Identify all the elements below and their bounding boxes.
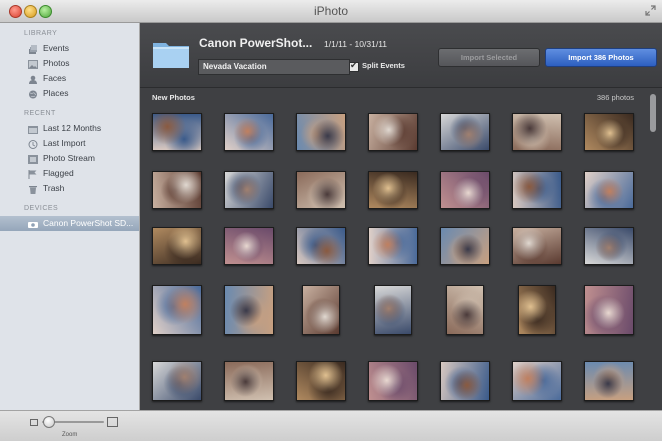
sidebar-item-photo-stream[interactable]: Photo Stream [0,151,139,166]
photo-thumbnail[interactable] [302,285,340,335]
checkmark-icon: ✔ [350,60,358,70]
sidebar-item-flagged[interactable]: Flagged [0,166,139,181]
photo-thumbnail[interactable] [224,227,274,265]
import-header: Canon PowerShot... 1/1/11 - 10/31/11 ✔ S… [140,23,662,88]
split-events-label: Split Events [362,61,405,70]
photo-thumbnail[interactable] [446,285,484,335]
section-header-recent: RECENT [24,110,56,117]
section-header-library: LIBRARY [24,30,58,37]
photo-thumbnail[interactable] [584,113,634,151]
sidebar-item-label: Trash [43,183,65,193]
photo-thumbnail[interactable] [368,171,418,209]
faces-icon [28,74,38,84]
sidebar-item-label: Last Import [43,138,86,148]
photo-thumbnail[interactable] [152,113,202,151]
split-events-checkbox[interactable]: ✔ [349,60,359,72]
sidebar-item-label: Photos [43,58,70,68]
trash-icon [28,184,38,194]
photo-thumbnail[interactable] [368,227,418,265]
photo-thumbnail[interactable] [152,361,202,401]
sidebar-item-label: Canon PowerShot SD... [43,218,134,228]
photo-thumbnail[interactable] [440,361,490,401]
photo-thumbnail[interactable] [440,227,490,265]
sidebar-item-canon-camera[interactable]: Canon PowerShot SD... [0,216,139,231]
photo-thumbnail[interactable] [224,113,274,151]
zoom-small-icon [30,419,38,426]
camera-icon [28,219,38,228]
photo-thumbnail[interactable] [440,171,490,209]
events-icon [28,44,38,54]
photo-thumbnail[interactable] [518,285,556,335]
photo-thumbnail[interactable] [152,227,202,265]
folder-icon [152,37,190,69]
sidebar-item-label: Photo Stream [43,153,95,163]
photos-icon [28,59,38,69]
photo-thumbnail[interactable] [374,285,412,335]
sidebar-item-trash[interactable]: Trash [0,181,139,196]
photo-thumbnail[interactable] [152,171,202,209]
photo-thumbnail[interactable] [584,285,634,335]
iphoto-window: iPhoto LIBRARY Events Photos Faces Place… [0,0,662,441]
event-name-field[interactable] [198,59,350,75]
sidebar-item-label: Last 12 Months [43,123,102,133]
scroll-thumb[interactable] [650,94,656,132]
device-name: Canon PowerShot... [199,36,313,50]
sidebar-item-label: Flagged [43,168,74,178]
vertical-scrollbar[interactable] [648,91,658,407]
photo-thumbnail[interactable] [584,361,634,401]
photo-thumbnail[interactable] [224,361,274,401]
photo-thumbnail[interactable] [368,361,418,401]
photo-thumbnail[interactable] [224,171,274,209]
sidebar-item-label: Events [43,43,69,53]
sidebar-item-label: Faces [43,73,67,83]
photo-thumbnail[interactable] [152,285,202,335]
date-range: 1/1/11 - 10/31/11 [324,39,388,49]
window-title: iPhoto [313,4,349,18]
sidebar-item-label: Places [43,88,69,98]
sidebar-item-faces[interactable]: Faces [0,71,139,86]
calendar-icon [28,124,38,134]
import-all-button[interactable]: Import 386 Photos [545,48,657,67]
section-header-devices: DEVICES [24,205,59,212]
photo-thumbnail[interactable] [512,227,562,265]
photo-thumbnail[interactable] [296,227,346,265]
zoom-slider-knob[interactable] [42,416,55,428]
title-bar[interactable]: iPhoto [0,0,662,23]
new-photos-label: New Photos [152,93,195,102]
photo-count: 386 photos [596,93,634,102]
bottom-toolbar: Zoom [0,410,662,441]
photo-thumbnail[interactable] [512,171,562,209]
photo-thumbnail[interactable] [584,171,634,209]
import-view: Canon PowerShot... 1/1/11 - 10/31/11 ✔ S… [140,23,662,410]
flag-icon [28,169,38,179]
photo-thumbnail[interactable] [440,113,490,151]
photo-thumbnail[interactable] [368,113,418,151]
sidebar-item-last-12-months[interactable]: Last 12 Months [0,121,139,136]
sidebar-item-last-import[interactable]: Last Import [0,136,139,151]
sidebar-item-events[interactable]: Events [0,41,139,56]
photo-thumbnail[interactable] [224,285,274,335]
photo-thumbnail[interactable] [296,171,346,209]
sidebar-item-photos[interactable]: Photos [0,56,139,71]
import-selected-button[interactable]: Import Selected [438,48,540,67]
photo-stream-icon [28,154,38,164]
photo-thumbnail[interactable] [296,113,346,151]
photo-thumbnail[interactable] [296,361,346,401]
photo-thumbnail[interactable] [512,361,562,401]
zoom-label: Zoom [62,432,78,438]
clock-icon [28,139,38,149]
fullscreen-icon[interactable] [645,5,656,16]
places-icon [28,89,38,99]
zoom-large-icon [107,417,118,427]
photo-grid [140,105,648,410]
sidebar: LIBRARY Events Photos Faces Places RECEN… [0,23,140,410]
sidebar-item-places[interactable]: Places [0,86,139,101]
photo-thumbnail[interactable] [512,113,562,151]
photo-thumbnail[interactable] [584,227,634,265]
